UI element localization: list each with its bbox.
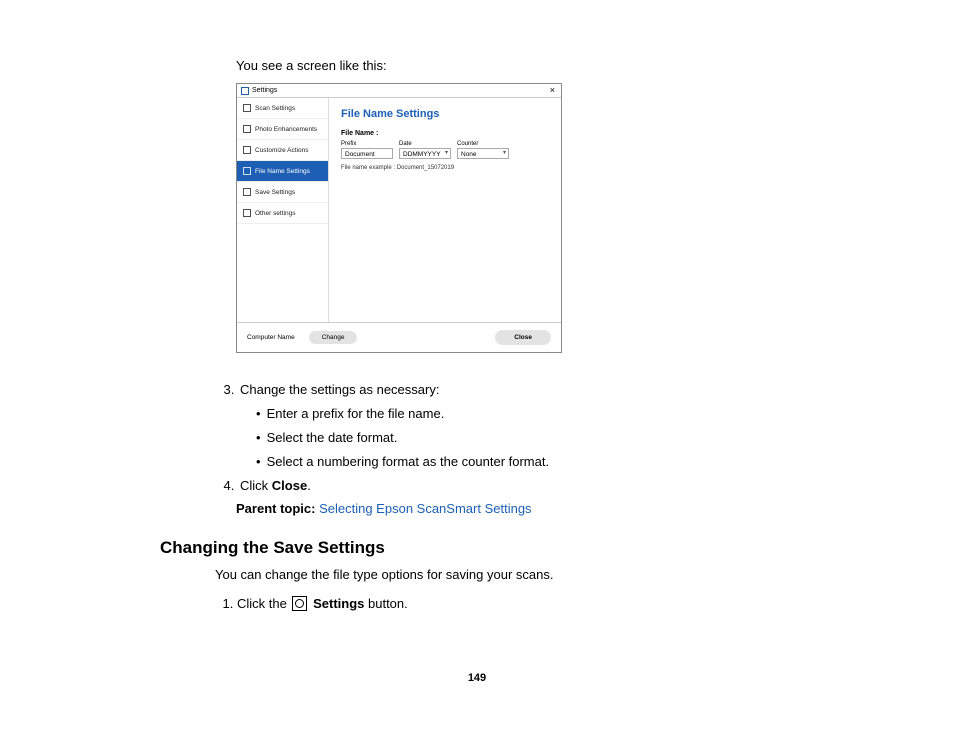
parent-topic: Parent topic: Selecting Epson ScanSmart …	[236, 501, 894, 516]
counter-label: Counter	[457, 141, 509, 147]
close-button[interactable]: Close	[495, 330, 551, 345]
date-label: Date	[399, 141, 451, 147]
prefix-input[interactable]: Document	[341, 148, 393, 159]
other-icon	[243, 209, 251, 217]
app-icon	[241, 87, 249, 95]
computer-name-label: Computer Name	[247, 334, 295, 341]
step-text: Click the	[237, 596, 290, 611]
step-text: button.	[364, 596, 407, 611]
sidebar-item-other-settings[interactable]: Other settings	[237, 203, 328, 224]
panel-heading: File Name Settings	[341, 108, 549, 120]
parent-topic-label: Parent topic:	[236, 501, 315, 516]
scan-icon	[243, 104, 251, 112]
sidebar-item-label: Other settings	[255, 210, 295, 217]
step-4: Click Close.	[238, 475, 894, 497]
settings-dialog-screenshot: Settings × Scan Settings Photo Enhanceme…	[236, 83, 562, 353]
sidebar-item-label: Scan Settings	[255, 105, 295, 112]
settings-main-panel: File Name Settings File Name : Prefix Do…	[329, 98, 561, 322]
section2-step-1: Click the Settings button.	[237, 593, 894, 615]
sidebar-item-customize-actions[interactable]: Customize Actions	[237, 140, 328, 161]
section-intro: You can change the file type options for…	[215, 564, 894, 586]
close-icon[interactable]: ×	[548, 86, 557, 95]
sidebar-item-scan-settings[interactable]: Scan Settings	[237, 98, 328, 119]
sidebar-item-photo-enhancements[interactable]: Photo Enhancements	[237, 119, 328, 140]
step-3: Change the settings as necessary: Enter …	[238, 379, 894, 473]
step-3-bullet: Select the date format.	[256, 427, 894, 449]
dialog-titlebar: Settings ×	[237, 84, 561, 98]
customize-icon	[243, 146, 251, 154]
gear-icon	[292, 596, 307, 611]
section-heading: Changing the Save Settings	[160, 538, 894, 558]
step-3-bullet: Select a numbering format as the counter…	[256, 451, 894, 473]
step-3-bullet: Enter a prefix for the file name.	[256, 403, 894, 425]
sidebar-item-save-settings[interactable]: Save Settings	[237, 182, 328, 203]
step-text: .	[307, 478, 311, 493]
sidebar-item-label: File Name Settings	[255, 168, 310, 175]
sidebar-item-label: Photo Enhancements	[255, 126, 317, 133]
file-name-example: File name example : Document_15072019	[341, 165, 549, 171]
step-text-bold: Settings	[313, 596, 364, 611]
photo-icon	[243, 125, 251, 133]
page-number: 149	[0, 672, 954, 684]
filename-icon	[243, 167, 251, 175]
window-title: Settings	[252, 87, 277, 94]
step-text-bold: Close	[272, 478, 307, 493]
step-text: Change the settings as necessary:	[240, 382, 439, 397]
parent-topic-link[interactable]: Selecting Epson ScanSmart Settings	[319, 501, 531, 516]
counter-select[interactable]: None	[457, 148, 509, 159]
date-select[interactable]: DDMMYYYY	[399, 148, 451, 159]
step-text: Click	[240, 478, 272, 493]
prefix-label: Prefix	[341, 141, 393, 147]
instruction-steps: Change the settings as necessary: Enter …	[204, 379, 894, 497]
settings-sidebar: Scan Settings Photo Enhancements Customi…	[237, 98, 329, 322]
save-icon	[243, 188, 251, 196]
sidebar-item-label: Customize Actions	[255, 147, 308, 154]
sidebar-item-label: Save Settings	[255, 189, 295, 196]
intro-text: You see a screen like this:	[236, 58, 894, 73]
file-name-label: File Name :	[341, 130, 549, 137]
sidebar-item-file-name-settings[interactable]: File Name Settings	[237, 161, 328, 182]
change-button[interactable]: Change	[309, 331, 358, 344]
dialog-footer: Computer Name Change Close	[237, 322, 561, 352]
